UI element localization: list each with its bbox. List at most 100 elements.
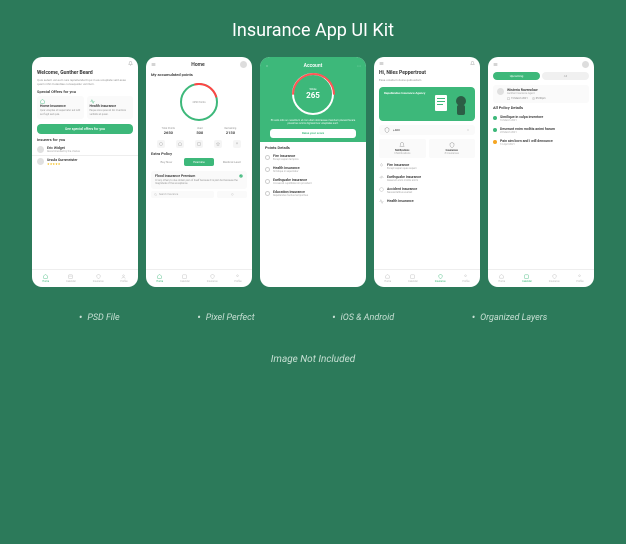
search-input[interactable]: Search Insurance: [151, 191, 214, 198]
agency-row[interactable]: +400: [379, 125, 475, 135]
nav-insurance[interactable]: Insurance: [93, 274, 104, 283]
tab-buy-now[interactable]: Buy Now: [151, 158, 182, 166]
category-icon[interactable]: [157, 140, 165, 148]
bottom-nav: Home Calendar Insurance Profile: [146, 269, 252, 287]
more-icon[interactable]: [357, 64, 361, 68]
policy-card[interactable]: Flood Insurance Premium Or any others to…: [151, 171, 247, 189]
health-icon: [265, 167, 270, 172]
filter-icon: [231, 193, 234, 196]
nav-profile[interactable]: Profile: [234, 274, 241, 283]
nav-calendar[interactable]: Calendar: [408, 274, 418, 283]
insurances-card[interactable]: Insurances 8 Insurances: [429, 139, 476, 158]
category-icon[interactable]: [214, 140, 222, 148]
screen-title: Account: [304, 63, 323, 69]
points-details-label: Points Details: [260, 145, 366, 152]
tab-upcoming[interactable]: Upcoming: [493, 72, 540, 80]
nav-home[interactable]: Home: [42, 274, 49, 283]
screen-home: Home My accumulated points 2650 Points T…: [146, 57, 252, 287]
hero-illustration: [433, 89, 473, 119]
detail-item[interactable]: Earthquake InsuranceOccaecati cupiditate…: [260, 176, 366, 188]
category-icon[interactable]: [233, 140, 241, 148]
nav-profile[interactable]: Profile: [120, 274, 127, 283]
nav-calendar[interactable]: Calendar: [522, 274, 532, 283]
nav-profile[interactable]: Profile: [462, 274, 469, 283]
bell-icon[interactable]: [128, 61, 133, 66]
bottom-nav: Home Calendar Insurance Profile: [374, 269, 480, 287]
special-offers-label: Special Offers for you: [32, 89, 138, 96]
check-icon: [239, 174, 243, 178]
extra-policy-label: Extra Policy: [146, 151, 252, 158]
footer-note: Image Not Included: [271, 354, 355, 365]
menu-icon[interactable]: [493, 62, 498, 67]
offer-card-home[interactable]: Home Insurance Quia voluptas sit asperna…: [37, 96, 84, 119]
nav-home[interactable]: Home: [498, 274, 505, 283]
accident-icon: [379, 187, 384, 192]
detail-item[interactable]: Education InsuranceRepellendus facitus t…: [260, 188, 366, 200]
feature-item: Pixel Perfect: [197, 311, 255, 324]
avatar: [37, 146, 44, 153]
policy-date-item[interactable]: Pain aim born and I will denounce12 Apri…: [488, 136, 594, 148]
points-circle: 2650 Points: [180, 83, 218, 121]
insurance-item[interactable]: Fire InsuranceExcept sapien quas aspern: [374, 160, 480, 172]
nav-insurance[interactable]: Insurance: [549, 274, 560, 283]
nav-home[interactable]: Home: [156, 274, 163, 283]
screen-account: Account Whole 265 Et iusto odio ac cusan…: [260, 57, 366, 287]
policy-date-item[interactable]: Deserunt enim molitis animi harum23 Marc…: [488, 124, 594, 136]
feature-item: Organized Layers: [472, 311, 548, 324]
menu-icon[interactable]: [151, 62, 156, 67]
insurance-item[interactable]: Earthquake InsuranceDeserunt enim moliti…: [374, 172, 480, 184]
hero-card[interactable]: Repellendus Insurance Agency: [379, 87, 475, 121]
special-offers-banner[interactable]: See special offers for you: [37, 124, 133, 134]
calendar-icon: [507, 97, 510, 100]
welcome-text: Welcome, Gunther Beard: [32, 70, 138, 78]
search-input[interactable]: [217, 191, 247, 198]
all-policy-label: All Policy Details: [488, 105, 594, 112]
health-icon: [379, 199, 384, 204]
agent-card[interactable]: Wisteria Ravenclaw Gunther Insurance Age…: [493, 85, 589, 103]
category-icon[interactable]: [195, 140, 203, 148]
nav-home[interactable]: Home: [384, 274, 391, 283]
avatar[interactable]: [240, 61, 247, 68]
screens-container: Welcome, Gunther Beard Quis autem vel eu…: [32, 57, 594, 287]
nav-insurance[interactable]: Insurance: [207, 274, 218, 283]
screen-welcome: Welcome, Gunther Beard Quis autem vel eu…: [32, 57, 138, 287]
tab-examine[interactable]: Examine: [184, 158, 215, 166]
greeting: Hi, Niles Peppertrout: [374, 70, 480, 78]
insurance-item[interactable]: Accident InsuranceNecessitatibus eveniet: [374, 184, 480, 196]
back-icon[interactable]: [265, 64, 269, 68]
status-dot: [493, 116, 497, 120]
category-icon[interactable]: [176, 140, 184, 148]
insurers-label: Insurers for you: [32, 137, 138, 144]
bell-icon: [399, 142, 405, 148]
insurer-item[interactable]: Eric Widget Recommended by the chance: [32, 144, 138, 155]
nav-profile[interactable]: Profile: [576, 274, 583, 283]
menu-icon[interactable]: [379, 61, 384, 66]
nav-insurance[interactable]: Insurance: [435, 274, 446, 283]
nav-calendar[interactable]: Calendar: [66, 274, 76, 283]
bottom-nav: Home Calendar Insurance Profile: [488, 269, 594, 287]
detail-item[interactable]: Fire InsuranceExcept sapien tempora: [260, 152, 366, 164]
offer-card-health[interactable]: Health Insurance Eaque iosa quae ab illo…: [87, 96, 134, 119]
earthquake-icon: [379, 175, 384, 180]
nav-calendar[interactable]: Calendar: [180, 274, 190, 283]
avatar[interactable]: [582, 61, 589, 68]
bell-icon[interactable]: [470, 61, 475, 66]
bottom-nav: Home Calendar Insurance Profile: [32, 269, 138, 287]
insurance-item[interactable]: Health Insurance: [374, 196, 480, 206]
features-row: PSD File Pixel Perfect iOS & Android Org…: [30, 311, 596, 324]
insurer-item[interactable]: Ursula Gurnmeister ★★★★★: [32, 155, 138, 168]
search-icon: [154, 193, 157, 196]
screen-title: Home: [191, 62, 204, 68]
detail-item[interactable]: Health InsuranceSimilique in aspernatur: [260, 164, 366, 176]
policy-date-item[interactable]: Similique in culpa inventore16 March 202…: [488, 112, 594, 124]
greeting-sub: Esse voluitum dolce quibusdam: [374, 78, 480, 85]
education-icon: [265, 191, 270, 196]
raise-score-button[interactable]: Raise your score: [270, 129, 356, 138]
avatar: [37, 158, 44, 165]
screen-calendar: Upcoming All Wisteria Ravenclaw Gunther …: [488, 57, 594, 287]
tab-all[interactable]: All: [542, 72, 589, 80]
notifications-card[interactable]: Notifications 3 Notifications: [379, 139, 426, 158]
points-stats: Total Points2650 Used500 Remaining2150: [146, 125, 252, 137]
clock-icon: [532, 97, 535, 100]
tab-medical[interactable]: Medical Lead: [216, 158, 247, 166]
